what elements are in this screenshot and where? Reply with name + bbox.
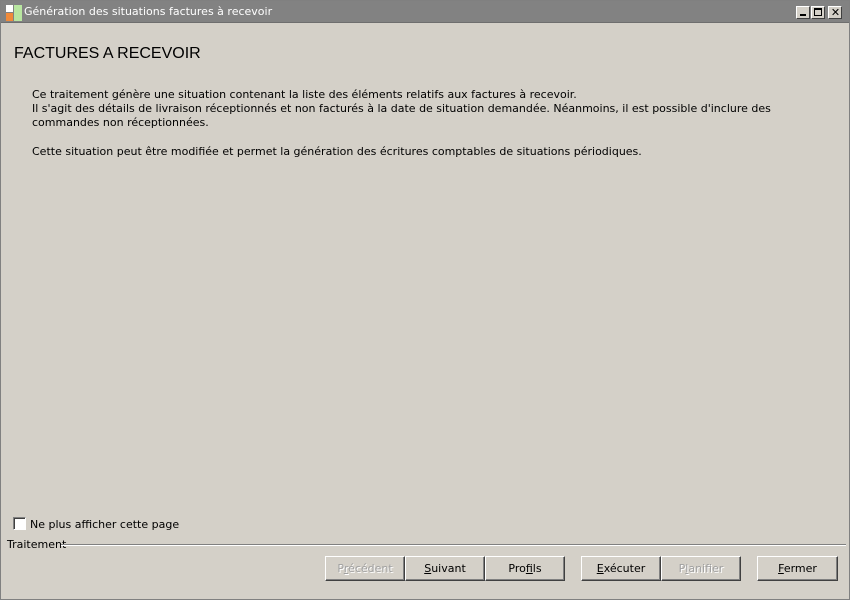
hide-page-label[interactable]: Ne plus afficher cette page bbox=[30, 518, 179, 531]
profiles-button[interactable]: Profils bbox=[485, 556, 565, 581]
window-title: Génération des situations factures à rec… bbox=[24, 5, 273, 18]
close-icon: ✕ bbox=[830, 6, 841, 19]
description-line: commandes non réceptionnées. bbox=[32, 116, 209, 129]
wizard-page: FACTURES A RECEVOIR Ce traitement génère… bbox=[1, 24, 849, 599]
close-button[interactable]: Fermer bbox=[757, 556, 838, 581]
title-bar[interactable]: Génération des situations factures à rec… bbox=[1, 1, 849, 23]
hide-page-checkbox[interactable] bbox=[13, 517, 26, 530]
main-window: Génération des situations factures à rec… bbox=[0, 0, 850, 600]
group-divider bbox=[61, 544, 846, 546]
next-button[interactable]: Suivant bbox=[405, 556, 485, 581]
maximize-button[interactable] bbox=[811, 6, 825, 19]
description-line: Il s'agit des détails de livraison récep… bbox=[32, 102, 771, 115]
close-window-button[interactable]: ✕ bbox=[828, 6, 842, 19]
previous-button[interactable]: Précédent bbox=[325, 556, 405, 581]
schedule-button[interactable]: Planifier bbox=[661, 556, 741, 581]
maximize-icon bbox=[814, 8, 822, 16]
minimize-button[interactable] bbox=[796, 6, 810, 19]
description-line: Ce traitement génère une situation conte… bbox=[32, 88, 577, 101]
description-line: Cette situation peut être modifiée et pe… bbox=[32, 145, 642, 158]
minimize-icon bbox=[800, 14, 806, 16]
page-title: FACTURES A RECEVOIR bbox=[14, 45, 201, 62]
app-icon bbox=[6, 5, 22, 21]
execute-button[interactable]: Exécuter bbox=[581, 556, 661, 581]
group-label-traitement: Traitement bbox=[7, 538, 68, 551]
